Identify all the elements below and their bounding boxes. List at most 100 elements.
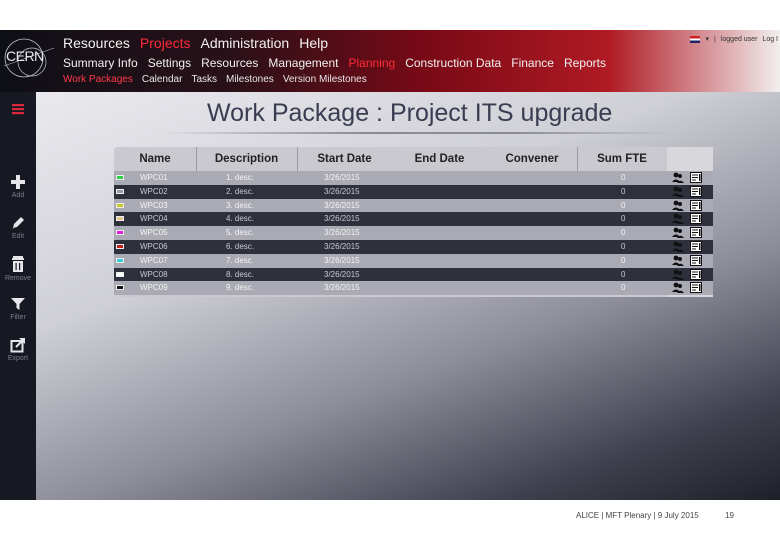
convener-button[interactable]: [672, 241, 684, 254]
details-button[interactable]: [690, 213, 702, 226]
row-actions: [672, 199, 702, 213]
menu-construction-data[interactable]: Construction Data: [405, 56, 501, 70]
language-flag-icon[interactable]: [690, 35, 701, 43]
logout-link[interactable]: Log I: [762, 36, 778, 43]
table-row[interactable]: WPC04 4. desc. 3/26/2015 0: [114, 212, 713, 227]
cell-start-date: 3/26/2015: [324, 283, 360, 293]
menu-resources-2[interactable]: Resources: [201, 56, 258, 70]
user-name[interactable]: logged user: [721, 36, 758, 43]
table-row[interactable]: WPC03 3. desc. 3/26/2015 0: [114, 198, 713, 213]
sidebar-edit-label: Edit: [11, 233, 25, 240]
cell-start-date: 3/26/2015: [324, 214, 360, 224]
row-actions: [672, 282, 702, 295]
sidebar-export[interactable]: Export: [0, 337, 36, 362]
row-actions: [672, 185, 702, 199]
col-header-convener[interactable]: Convener: [487, 147, 577, 171]
details-button[interactable]: [690, 254, 702, 268]
col-header-name[interactable]: Name: [114, 147, 196, 171]
cern-logo[interactable]: CERN: [2, 34, 56, 86]
sidebar-add[interactable]: Add: [0, 174, 36, 199]
cell-name: WPC08: [140, 269, 168, 279]
cell-start-date: 3/26/2015: [324, 186, 360, 196]
header-bar: CERN Resources Projects Administration H…: [0, 30, 780, 92]
sidebar-filter[interactable]: Filter: [0, 296, 36, 321]
convener-user-icon: [672, 241, 684, 252]
cell-start-date: 3/26/2015: [324, 173, 360, 182]
submenu-milestones[interactable]: Milestones: [226, 74, 274, 85]
convener-button[interactable]: [672, 227, 684, 240]
menu-planning[interactable]: Planning: [348, 56, 395, 70]
convener-button[interactable]: [672, 213, 684, 226]
cell-name: WPC02: [140, 186, 168, 196]
title-underline: [160, 132, 670, 134]
page-number: 19: [725, 511, 734, 520]
details-button[interactable]: [690, 268, 702, 282]
cell-description: 4. desc.: [226, 214, 255, 224]
sidebar-remove[interactable]: Remove: [0, 255, 36, 282]
submenu-version-milestones[interactable]: Version Milestones: [283, 74, 367, 85]
details-button[interactable]: [690, 199, 702, 213]
cell-sum-fte: 0: [621, 283, 626, 293]
cell-sum-fte: 0: [621, 214, 626, 224]
submenu-work-packages[interactable]: Work Packages: [63, 74, 133, 85]
table-row[interactable]: WPC07 7. desc. 3/26/2015 0: [114, 253, 713, 268]
sidebar-edit[interactable]: Edit: [0, 215, 36, 240]
color-swatch: [116, 202, 124, 208]
sidebar-add-label: Add: [11, 192, 25, 199]
details-button[interactable]: [690, 282, 702, 295]
col-header-start-date[interactable]: Start Date: [297, 147, 392, 171]
menu-settings[interactable]: Settings: [148, 56, 191, 70]
convener-button[interactable]: [672, 269, 684, 282]
table-row[interactable]: WPC09 9. desc. 3/26/2015 0: [114, 281, 713, 296]
menu-finance[interactable]: Finance: [511, 56, 554, 70]
cell-start-date: 3/26/2015: [324, 242, 360, 251]
menu-help[interactable]: Help: [299, 35, 328, 51]
color-swatch: [116, 285, 124, 291]
convener-button[interactable]: [672, 200, 684, 213]
submenu-calendar[interactable]: Calendar: [142, 74, 183, 85]
details-button[interactable]: [690, 227, 702, 240]
cell-description: 2. desc.: [226, 186, 255, 196]
menu-projects[interactable]: Projects: [140, 35, 191, 51]
planning-submenu: Work Packages Calendar Tasks Milestones …: [63, 74, 367, 85]
convener-button[interactable]: [672, 255, 684, 268]
convener-button[interactable]: [672, 172, 684, 185]
menu-management[interactable]: Management: [268, 56, 338, 70]
menu-summary-info[interactable]: Summary Info: [63, 56, 138, 70]
table-row[interactable]: WPC05 5. desc. 3/26/2015 0: [114, 226, 713, 240]
menu-resources[interactable]: Resources: [63, 35, 130, 51]
details-button[interactable]: [690, 185, 702, 199]
table-row[interactable]: WPC08 8. desc. 3/26/2015 0: [114, 267, 713, 282]
table-row[interactable]: WPC01 1. desc. 3/26/2015 0: [114, 171, 713, 185]
sidebar-menu[interactable]: [0, 102, 36, 118]
footer-text: ALICE | MFT Plenary | 9 July 2015: [576, 511, 699, 520]
col-header-sum-fte[interactable]: Sum FTE: [577, 147, 667, 171]
menu-icon: [12, 104, 24, 115]
details-document-icon: [690, 185, 702, 197]
convener-user-icon: [672, 255, 684, 266]
chevron-down-icon[interactable]: ▾: [705, 35, 709, 43]
cell-description: 1. desc.: [226, 173, 255, 182]
col-header-end-date[interactable]: End Date: [392, 147, 487, 171]
cell-description: 7. desc.: [226, 255, 255, 265]
col-header-description[interactable]: Description: [196, 147, 297, 171]
pencil-icon: [12, 217, 24, 229]
menu-reports[interactable]: Reports: [564, 56, 606, 70]
convener-button[interactable]: [672, 282, 684, 295]
convener-button[interactable]: [672, 186, 684, 199]
details-document-icon: [690, 241, 702, 252]
details-document-icon: [690, 268, 702, 280]
trash-icon: [12, 256, 24, 272]
user-area: ▾ | logged user Log I: [690, 35, 778, 43]
sidebar-remove-label: Remove: [4, 275, 32, 282]
cell-description: 9. desc.: [226, 283, 255, 293]
details-button[interactable]: [690, 241, 702, 254]
submenu-tasks[interactable]: Tasks: [191, 74, 217, 85]
details-document-icon: [690, 227, 702, 239]
details-button[interactable]: [690, 172, 702, 185]
table-row[interactable]: WPC02 2. desc. 3/26/2015 0: [114, 184, 713, 199]
table-row[interactable]: WPC06 6. desc. 3/26/2015 0: [114, 240, 713, 254]
menu-administration[interactable]: Administration: [201, 35, 290, 51]
cell-start-date: 3/26/2015: [324, 269, 360, 279]
cell-sum-fte: 0: [621, 255, 626, 265]
